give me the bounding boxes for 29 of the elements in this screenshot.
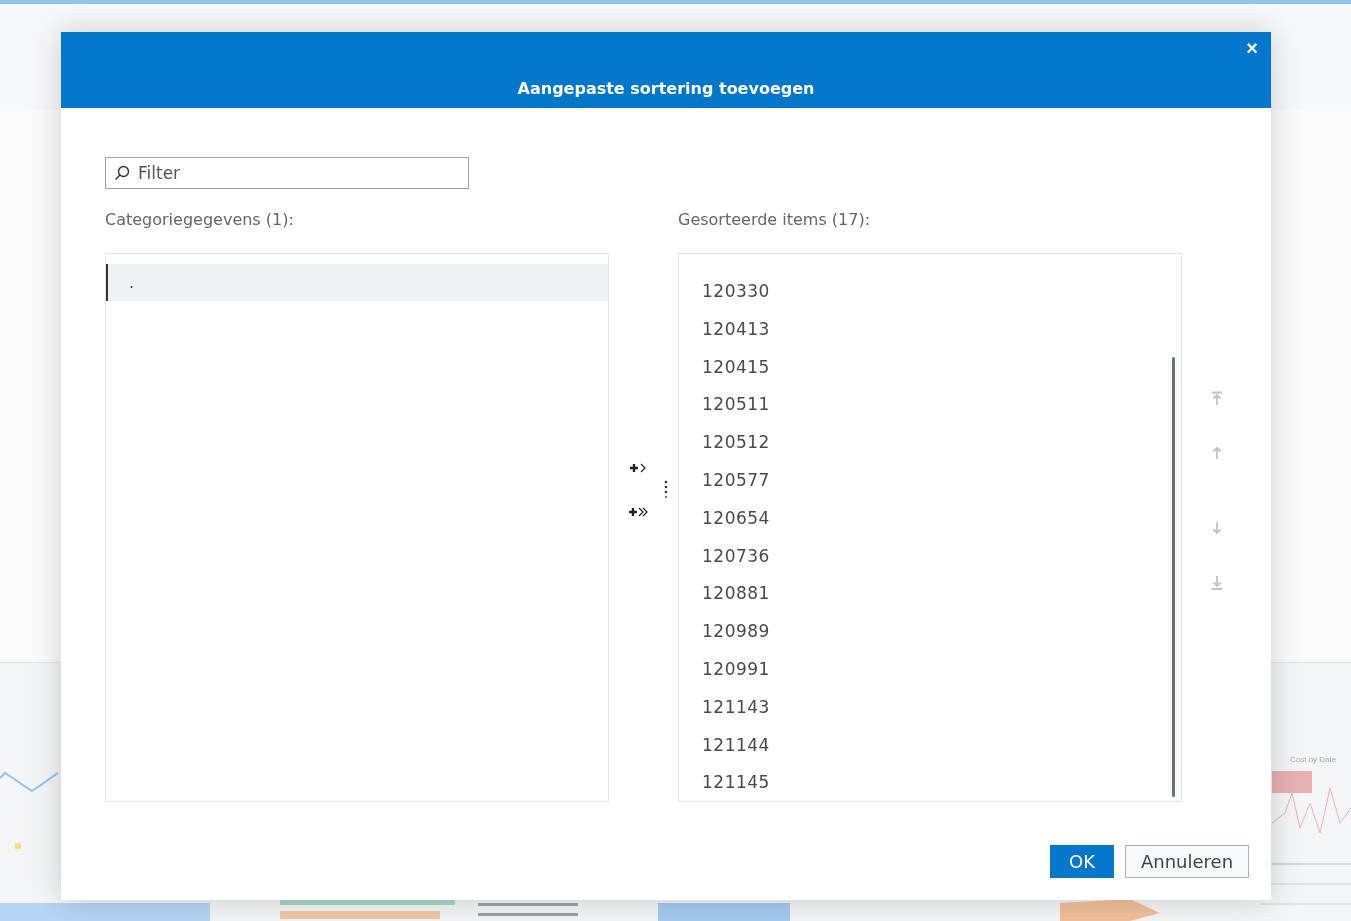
list-item[interactable]: 120989 bbox=[679, 613, 822, 651]
source-list-label: Categoriegegevens (1): bbox=[105, 209, 295, 231]
ok-button[interactable]: OK bbox=[1050, 845, 1114, 878]
list-item[interactable]: 120415 bbox=[679, 348, 822, 387]
add-all-button[interactable] bbox=[627, 506, 650, 518]
chart-caption: Cost by Date bbox=[1290, 755, 1337, 764]
list-item[interactable]: 120881 bbox=[679, 575, 822, 614]
list-item[interactable]: . bbox=[106, 264, 608, 301]
list-item[interactable]: 120330 bbox=[679, 273, 822, 311]
sorted-list-label: Gesorteerde items (17): bbox=[678, 209, 872, 231]
splitter-handle[interactable] bbox=[663, 480, 668, 498]
plus-chevron-icon bbox=[628, 462, 647, 474]
filter-field[interactable]: Filter bbox=[105, 157, 469, 189]
dialog-title: Aangepaste sortering toevoegen bbox=[517, 79, 815, 98]
list-item[interactable]: 120654 bbox=[679, 499, 822, 538]
plus-double-chevron-icon bbox=[627, 506, 650, 518]
list-item[interactable]: 121143 bbox=[679, 688, 822, 727]
list-item[interactable]: 121145 bbox=[679, 764, 822, 803]
add-button[interactable] bbox=[628, 462, 647, 474]
list-item[interactable]: 120511 bbox=[679, 386, 822, 425]
cancel-button[interactable]: Annuleren bbox=[1125, 845, 1249, 878]
list-item[interactable]: 120413 bbox=[679, 310, 822, 349]
list-item[interactable]: 121144 bbox=[679, 726, 822, 765]
list-item[interactable]: 120736 bbox=[679, 537, 822, 576]
close-button[interactable]: × bbox=[1242, 37, 1262, 59]
list-item[interactable]: 120577 bbox=[679, 462, 822, 500]
list-item[interactable]: 120512 bbox=[679, 424, 822, 462]
scrollbar[interactable] bbox=[1172, 357, 1175, 797]
list-item[interactable]: 120991 bbox=[679, 650, 822, 689]
